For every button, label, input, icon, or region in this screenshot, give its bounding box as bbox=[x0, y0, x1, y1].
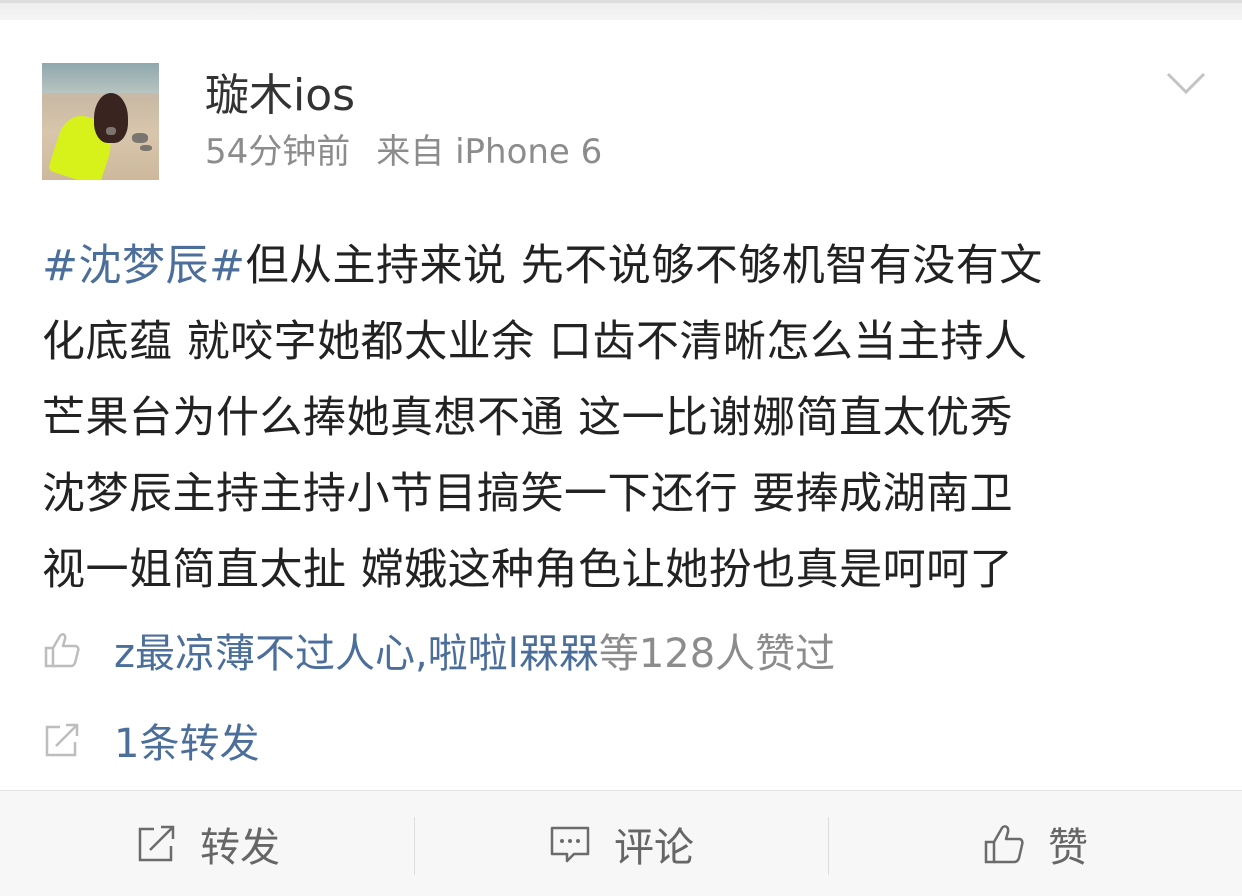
thumbs-up-icon bbox=[984, 825, 1024, 864]
like-label: 赞 bbox=[1048, 825, 1088, 871]
repost-label: 转发 bbox=[200, 825, 280, 871]
top-divider bbox=[0, 0, 1242, 20]
post-card: 璇木ios 54分钟前 来自 iPhone 6 #沈梦辰#但从主持来说 先不说够不… bbox=[0, 20, 1242, 790]
username[interactable]: 璇木ios bbox=[205, 70, 355, 122]
post-text-line-2: 化底蕴 就咬字她都太业余 口齿不清晰怎么当主持人 bbox=[42, 317, 1028, 367]
likes-row[interactable]: z最凉薄不过人心,啦啦l槑槑等128人赞过 bbox=[42, 620, 835, 680]
thumbs-up-icon bbox=[44, 633, 80, 668]
likes-summary: z最凉薄不过人心,啦啦l槑槑等128人赞过 bbox=[114, 621, 835, 679]
post-text-line-1: #沈梦辰#但从主持来说 先不说够不够机智有没有文 bbox=[42, 241, 1043, 291]
chevron-down-icon[interactable] bbox=[1166, 68, 1206, 98]
post-text-line-5: 视一姐简直太扯 嫦娥这种角色让她扮也真是呵呵了 bbox=[42, 545, 1014, 595]
hashtag-link[interactable]: #沈梦辰# bbox=[42, 241, 246, 291]
reposts-count-link[interactable]: 1条转发 bbox=[114, 711, 259, 769]
post-meta: 54分钟前 来自 iPhone 6 bbox=[205, 130, 602, 174]
post-text: #沈梦辰#但从主持来说 先不说够不够机智有没有文 化底蕴 就咬字她都太业余 口齿… bbox=[42, 228, 1202, 608]
like-button[interactable]: 赞 bbox=[828, 791, 1242, 896]
comment-button[interactable]: 评论 bbox=[414, 791, 828, 896]
repost-icon bbox=[138, 825, 175, 862]
post-text-line-4: 沈梦辰主持主持小节目搞笑一下还行 要捧成湖南卫 bbox=[42, 469, 1014, 519]
post-source[interactable]: 来自 iPhone 6 bbox=[376, 132, 602, 172]
share-icon bbox=[45, 723, 79, 757]
post-text-line-3: 芒果台为什么捧她真想不通 这一比谢娜简直太优秀 bbox=[42, 393, 1014, 443]
weibo-post-page: 璇木ios 54分钟前 来自 iPhone 6 #沈梦辰#但从主持来说 先不说够不… bbox=[0, 0, 1242, 896]
liked-users-link[interactable]: z最凉薄不过人心,啦啦l槑槑 bbox=[114, 631, 599, 677]
likes-count: 等128人赞过 bbox=[598, 631, 836, 677]
action-bar: 转发 评论 赞 bbox=[0, 790, 1242, 896]
reposts-row[interactable]: 1条转发 bbox=[42, 710, 259, 770]
comment-label: 评论 bbox=[614, 825, 694, 871]
avatar[interactable] bbox=[42, 63, 159, 180]
comment-icon bbox=[550, 826, 590, 863]
post-time: 54分钟前 bbox=[205, 132, 351, 172]
repost-button[interactable]: 转发 bbox=[0, 791, 414, 896]
